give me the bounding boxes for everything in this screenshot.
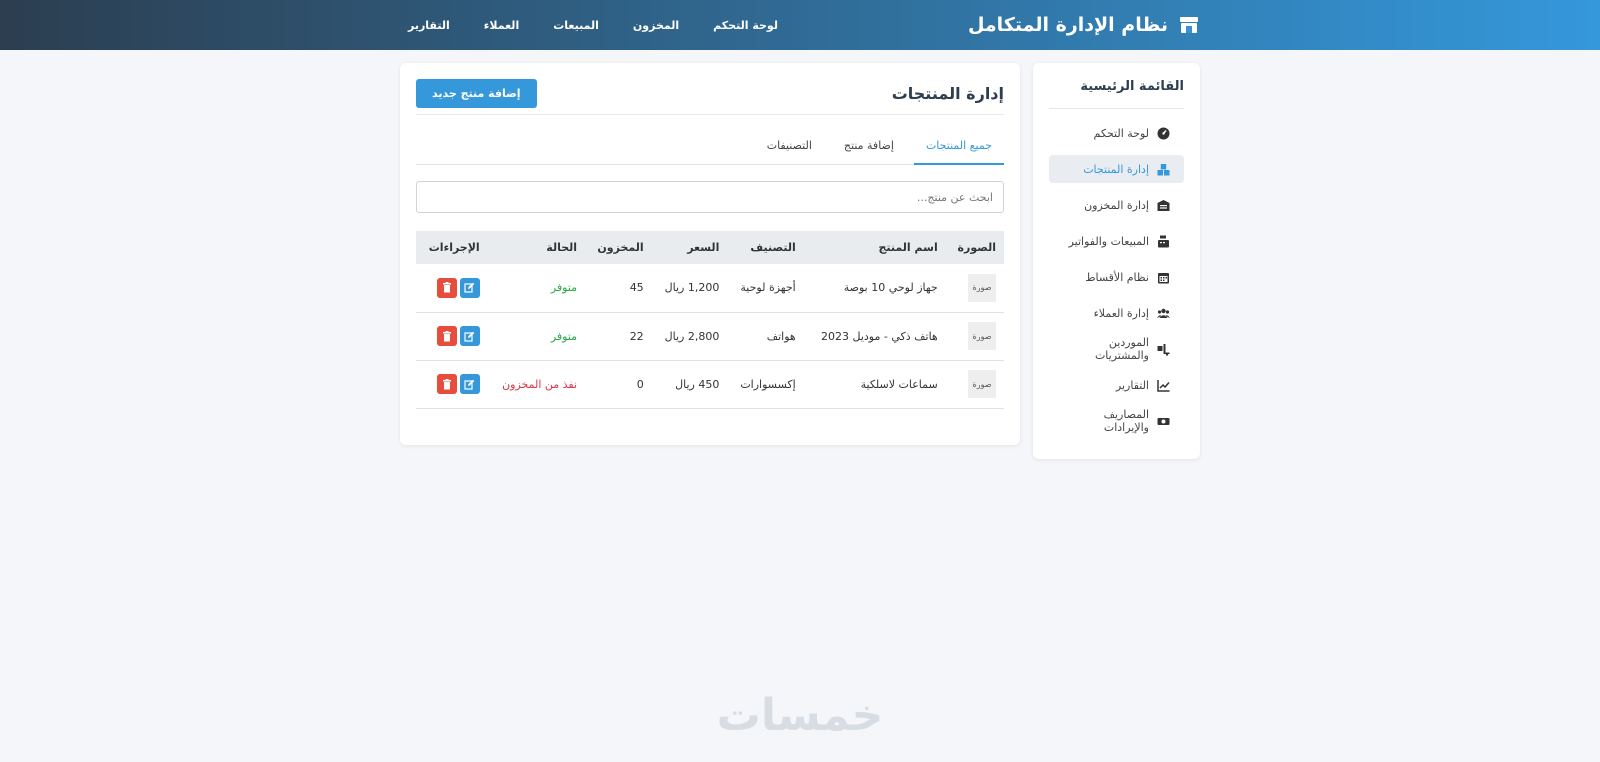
top-header: نظام الإدارة المتكامل لوحة التحكم المخزو… [0,0,1600,50]
truck-loading-icon [1157,343,1170,356]
users-icon [1157,307,1170,320]
product-stock: 45 [629,281,644,295]
product-image: صورة [968,273,996,302]
sidebar-item-installments[interactable]: نظام الأقساط [1049,263,1184,291]
sidebar-item-dashboard[interactable]: لوحة التحكم [1049,119,1184,147]
product-stock: 22 [629,329,644,343]
sidebar-item-inventory[interactable]: إدارة المخزون [1049,191,1184,219]
nav-reports[interactable]: التقارير [408,19,450,32]
panel-header: إدارة المنتجات إضافة منتج جديد [416,79,1004,115]
tabs: جميع المنتجات إضافة منتج التصنيفات [416,125,1004,165]
column-header: الحالة [546,241,578,254]
sidebar: القائمة الرئيسية لوحة التحكم إدارة المنت… [1033,63,1200,459]
top-nav: لوحة التحكم المخزون المبيعات العملاء الت… [408,0,778,50]
tab-add-product[interactable]: إضافة منتج [832,125,906,165]
product-image: صورة [968,370,996,398]
column-header: اسم المنتج [878,241,938,254]
add-product-button[interactable]: إضافة منتج جديد [416,79,537,108]
product-category: أجهزة لوحية [740,281,796,295]
products-table: الصورة اسم المنتج التصنيف السعر المخزون … [416,231,1004,409]
product-stock: 0 [636,377,644,391]
delete-button[interactable] [436,326,457,346]
product-image: صورة [968,322,996,350]
sidebar-item-reports[interactable]: التقارير [1049,371,1184,399]
trash-icon [442,330,451,341]
trash-icon [442,282,451,293]
column-header: التصنيف [750,241,796,254]
row-actions [436,277,480,298]
edit-button[interactable] [459,326,480,346]
status-badge: نفذ من المخزون [502,377,578,391]
sidebar-item-label: لوحة التحكم [1093,126,1149,140]
nav-inventory[interactable]: المخزون [633,19,679,32]
row-actions [436,326,480,346]
sidebar-item-label: نظام الأقساط [1085,270,1149,284]
product-name: سماعات لاسلكية [860,377,938,391]
product-category: إكسسوارات [740,377,796,391]
column-header: الصورة [957,241,996,254]
tab-categories[interactable]: التصنيفات [755,125,824,165]
nav-sales[interactable]: المبيعات [553,19,599,32]
sidebar-item-label: إدارة العملاء [1093,306,1149,320]
sidebar-item-finance[interactable]: المصاريف والإيرادات [1049,407,1184,435]
table-row: صورة هاتف ذكي - موديل 2023 هواتف 2,800 ر… [416,312,1004,360]
dashboard-icon [1157,127,1170,140]
column-header: السعر [687,241,720,254]
product-price: 450 ريال [675,377,720,391]
sidebar-item-label: الموردين والمشتريات [1094,336,1149,362]
sidebar-item-products[interactable]: إدارة المنتجات [1049,155,1184,183]
page-title: إدارة المنتجات [891,84,1004,103]
row-actions [436,374,480,394]
product-name: جهاز لوحي 10 بوصة [843,281,938,295]
delete-button[interactable] [436,277,457,298]
edit-button[interactable] [459,374,480,394]
search-input[interactable] [416,181,1004,213]
product-price: 1,200 ريال [664,281,720,295]
chart-line-icon [1157,379,1170,392]
status-badge: متوفر [550,329,578,343]
watermark-logo: خمسات [716,690,884,741]
sidebar-item-label: المصاريف والإيرادات [1103,408,1149,434]
edit-icon [464,283,475,293]
sidebar-item-sales[interactable]: المبيعات والفواتير [1049,227,1184,255]
tab-all-products[interactable]: جميع المنتجات [913,125,1004,165]
table-header-row: الصورة اسم المنتج التصنيف السعر المخزون … [416,231,1004,264]
product-price: 2,800 ريال [664,329,720,343]
product-category: هواتف [766,329,796,343]
edit-icon [464,379,475,390]
calendar-icon [1157,271,1170,284]
edit-icon [464,331,475,342]
sidebar-item-customers[interactable]: إدارة العملاء [1049,299,1184,327]
money-bill-icon [1157,415,1170,428]
boxes-icon [1157,163,1170,176]
nav-customers[interactable]: العملاء [484,19,519,32]
edit-button[interactable] [459,277,480,298]
sidebar-item-label: إدارة المخزون [1084,198,1149,212]
column-header: المخزون [597,241,644,254]
brand-title: نظام الإدارة المتكامل [967,14,1168,36]
status-badge: متوفر [550,281,578,295]
products-panel: إدارة المنتجات إضافة منتج جديد جميع المن… [400,63,1020,445]
table-row: صورة سماعات لاسلكية إكسسوارات 450 ريال 0… [416,360,1004,408]
table-row: صورة جهاز لوحي 10 بوصة أجهزة لوحية 1,200… [416,264,1004,312]
warehouse-icon [1157,199,1170,212]
delete-button[interactable] [436,374,457,394]
trash-icon [442,378,451,389]
column-header: الإجراءات [428,241,480,254]
nav-dashboard[interactable]: لوحة التحكم [713,19,778,32]
cash-register-icon [1157,235,1170,248]
brand[interactable]: نظام الإدارة المتكامل [968,0,1200,50]
product-name: هاتف ذكي - موديل 2023 [821,329,938,343]
sidebar-title: القائمة الرئيسية [1049,79,1184,109]
sidebar-item-label: التقارير [1115,378,1149,392]
sidebar-item-label: إدارة المنتجات [1083,162,1149,176]
sidebar-item-label: المبيعات والفواتير [1068,234,1149,248]
store-icon [1178,14,1200,36]
sidebar-item-suppliers[interactable]: الموردين والمشتريات [1049,335,1184,363]
